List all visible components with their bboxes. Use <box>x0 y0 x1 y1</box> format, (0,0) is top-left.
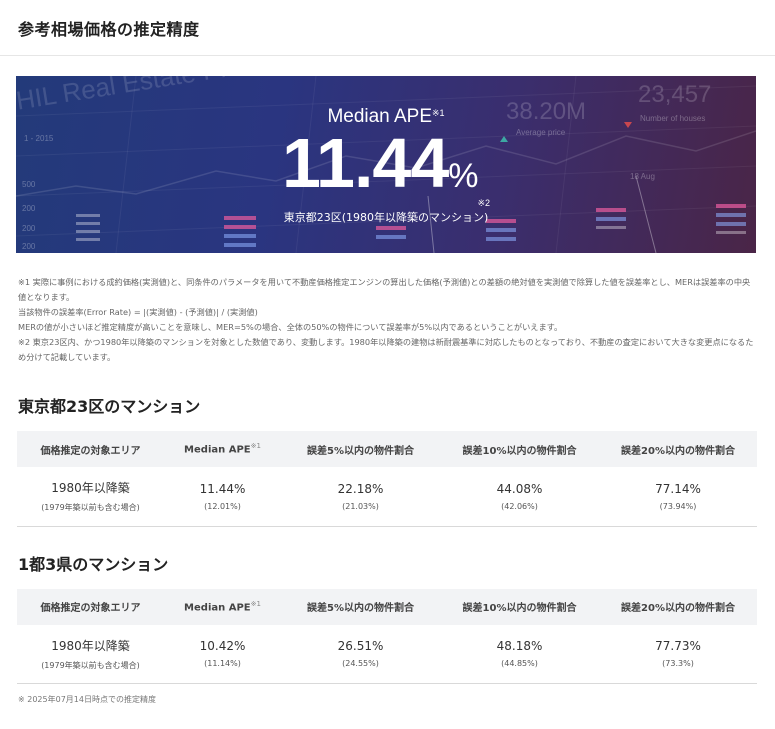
hero-banner: HIL Real Estate Price Engine 38.20M Aver… <box>16 76 756 253</box>
cell-within20: 77.73% (73.3%) <box>599 624 757 684</box>
header-within5: 誤差5%以内の物件割合 <box>281 431 440 467</box>
section-title-metro: 1都3県のマンション <box>18 554 169 574</box>
section-title-tokyo23: 東京都23区のマンション <box>18 397 201 416</box>
cell-median: 10.42% (11.14%) <box>164 624 281 684</box>
page-header: 参考相場価格の推定精度 <box>0 0 775 56</box>
header-within20: 誤差20%以内の物件割合 <box>599 431 757 467</box>
header-within5: 誤差5%以内の物件割合 <box>281 588 440 625</box>
header-within10: 誤差10%以内の物件割合 <box>440 431 599 467</box>
cell-area: 1980年以降築 (1979年築以前も含む場合) <box>17 467 164 527</box>
watermark-axis-tick: 200 <box>22 242 36 251</box>
hero-metric-scope: 東京都23区(1980年以降築のマンション) <box>283 211 489 224</box>
table-header-row: 価格推定の対象エリア Median APE※1 誤差5%以内の物件割合 誤差10… <box>17 588 757 625</box>
watermark-axis-tick: 200 <box>22 224 36 233</box>
header-median: Median APE※1 <box>164 431 281 467</box>
page-title: 参考相場価格の推定精度 <box>18 20 200 39</box>
note-formula: 当該物件の誤差率(Error Rate) = |(実測値) - (予測値)| /… <box>18 307 258 317</box>
note-2: ※2 東京23区内、かつ1980年以降築のマンションを対象とした数値であり、変動… <box>18 337 754 362</box>
cell-within5: 22.18% (21.03%) <box>281 467 440 527</box>
hero-metric-value: 11.44%※2 <box>281 124 491 208</box>
table-row: 1980年以降築 (1979年築以前も含む場合) 10.42% (11.14%) 2… <box>17 624 757 684</box>
note-1: ※1 実際に事例における成約価格(実測値)と、同条件のパラメータを用いて不動産価… <box>18 277 751 302</box>
cell-area: 1980年以降築 (1979年築以前も含む場合) <box>17 624 164 684</box>
notes: ※1 実際に事例における成約価格(実測値)と、同条件のパラメータを用いて不動産価… <box>18 275 757 365</box>
header-area: 価格推定の対象エリア <box>17 588 164 625</box>
table-row: 1980年以降築 (1979年築以前も含む場合) 11.44% (12.01%) 2… <box>17 467 757 527</box>
cell-within20: 77.14% (73.94%) <box>599 467 757 527</box>
cell-within5: 26.51% (24.55%) <box>281 624 440 684</box>
hero-label-note: ※1 <box>432 108 445 118</box>
cell-median: 11.44% (12.01%) <box>164 467 281 527</box>
header-median: Median APE※1 <box>164 588 281 625</box>
hero-metric: Median APE※1 11.44%※2 東京都23区(1980年以降築のマン… <box>16 106 756 225</box>
watermark-count-value: 23,457 <box>638 81 712 108</box>
note-mer: MERの値が小さいほど推定精度が高いことを意味し、MER=5%の場合、全体の50… <box>18 322 563 332</box>
header-within20: 誤差20%以内の物件割合 <box>599 588 757 625</box>
stats-table-metro: 価格推定の対象エリア Median APE※1 誤差5%以内の物件割合 誤差10… <box>17 588 757 684</box>
stats-table-tokyo23: 価格推定の対象エリア Median APE※1 誤差5%以内の物件割合 誤差10… <box>17 431 757 527</box>
footnote-date: ※ 2025年07月14日時点での推定精度 <box>18 695 156 704</box>
header-within10: 誤差10%以内の物件割合 <box>440 588 599 625</box>
cell-within10: 48.18% (44.85%) <box>440 624 599 684</box>
hero-value-note: ※2 <box>477 198 491 208</box>
hero-metric-unit: % <box>448 157 478 195</box>
header-area: 価格推定の対象エリア <box>17 431 164 467</box>
table-header-row: 価格推定の対象エリア Median APE※1 誤差5%以内の物件割合 誤差10… <box>17 431 757 467</box>
cell-within10: 44.08% (42.06%) <box>440 467 599 527</box>
